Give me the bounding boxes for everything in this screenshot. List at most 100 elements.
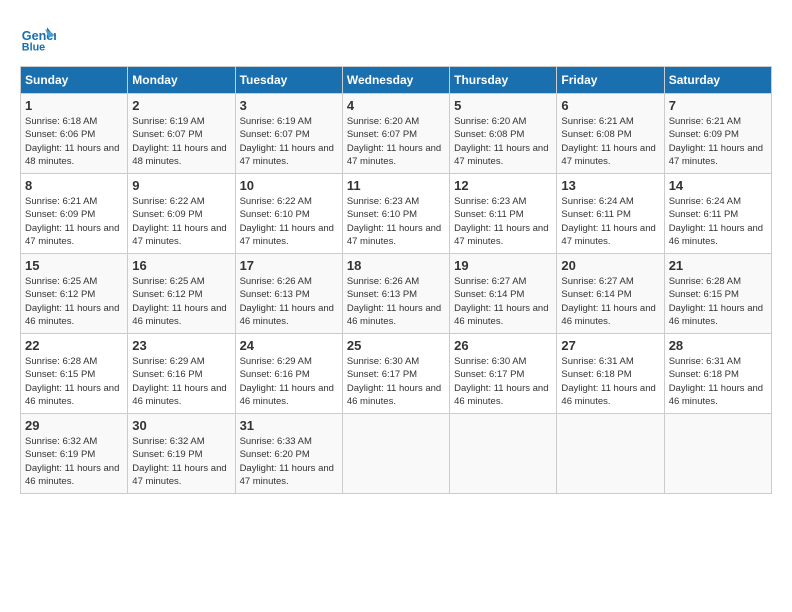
day-info: Sunrise: 6:30 AMSunset: 6:17 PMDaylight:… <box>347 355 445 408</box>
day-number: 20 <box>561 258 659 273</box>
calendar-cell: 9 Sunrise: 6:22 AMSunset: 6:09 PMDayligh… <box>128 174 235 254</box>
calendar-cell: 29 Sunrise: 6:32 AMSunset: 6:19 PMDaylig… <box>21 414 128 494</box>
day-info: Sunrise: 6:32 AMSunset: 6:19 PMDaylight:… <box>132 435 230 488</box>
day-info: Sunrise: 6:31 AMSunset: 6:18 PMDaylight:… <box>669 355 767 408</box>
day-number: 17 <box>240 258 338 273</box>
calendar-cell: 11 Sunrise: 6:23 AMSunset: 6:10 PMDaylig… <box>342 174 449 254</box>
calendar-cell: 14 Sunrise: 6:24 AMSunset: 6:11 PMDaylig… <box>664 174 771 254</box>
calendar-cell <box>450 414 557 494</box>
calendar-cell: 15 Sunrise: 6:25 AMSunset: 6:12 PMDaylig… <box>21 254 128 334</box>
day-number: 25 <box>347 338 445 353</box>
day-number: 8 <box>25 178 123 193</box>
day-number: 7 <box>669 98 767 113</box>
calendar-cell: 2 Sunrise: 6:19 AMSunset: 6:07 PMDayligh… <box>128 94 235 174</box>
day-info: Sunrise: 6:27 AMSunset: 6:14 PMDaylight:… <box>454 275 552 328</box>
day-number: 11 <box>347 178 445 193</box>
calendar-cell: 17 Sunrise: 6:26 AMSunset: 6:13 PMDaylig… <box>235 254 342 334</box>
day-number: 2 <box>132 98 230 113</box>
day-number: 1 <box>25 98 123 113</box>
calendar-cell: 6 Sunrise: 6:21 AMSunset: 6:08 PMDayligh… <box>557 94 664 174</box>
day-number: 13 <box>561 178 659 193</box>
calendar-header-row: SundayMondayTuesdayWednesdayThursdayFrid… <box>21 67 772 94</box>
day-number: 6 <box>561 98 659 113</box>
day-number: 22 <box>25 338 123 353</box>
day-number: 14 <box>669 178 767 193</box>
day-number: 18 <box>347 258 445 273</box>
calendar-cell: 19 Sunrise: 6:27 AMSunset: 6:14 PMDaylig… <box>450 254 557 334</box>
day-number: 31 <box>240 418 338 433</box>
day-info: Sunrise: 6:29 AMSunset: 6:16 PMDaylight:… <box>132 355 230 408</box>
day-info: Sunrise: 6:23 AMSunset: 6:10 PMDaylight:… <box>347 195 445 248</box>
day-info: Sunrise: 6:26 AMSunset: 6:13 PMDaylight:… <box>240 275 338 328</box>
day-info: Sunrise: 6:25 AMSunset: 6:12 PMDaylight:… <box>25 275 123 328</box>
day-number: 21 <box>669 258 767 273</box>
logo-icon: General Blue <box>20 20 56 56</box>
col-header-monday: Monday <box>128 67 235 94</box>
calendar-body: 1 Sunrise: 6:18 AMSunset: 6:06 PMDayligh… <box>21 94 772 494</box>
day-number: 30 <box>132 418 230 433</box>
calendar-cell: 25 Sunrise: 6:30 AMSunset: 6:17 PMDaylig… <box>342 334 449 414</box>
calendar-cell: 7 Sunrise: 6:21 AMSunset: 6:09 PMDayligh… <box>664 94 771 174</box>
day-info: Sunrise: 6:19 AMSunset: 6:07 PMDaylight:… <box>132 115 230 168</box>
day-number: 5 <box>454 98 552 113</box>
day-info: Sunrise: 6:32 AMSunset: 6:19 PMDaylight:… <box>25 435 123 488</box>
calendar-cell: 31 Sunrise: 6:33 AMSunset: 6:20 PMDaylig… <box>235 414 342 494</box>
day-info: Sunrise: 6:24 AMSunset: 6:11 PMDaylight:… <box>669 195 767 248</box>
calendar-cell: 23 Sunrise: 6:29 AMSunset: 6:16 PMDaylig… <box>128 334 235 414</box>
logo: General Blue <box>20 20 60 56</box>
header: General Blue <box>20 20 772 56</box>
day-number: 23 <box>132 338 230 353</box>
calendar-week-row: 29 Sunrise: 6:32 AMSunset: 6:19 PMDaylig… <box>21 414 772 494</box>
calendar-cell: 10 Sunrise: 6:22 AMSunset: 6:10 PMDaylig… <box>235 174 342 254</box>
day-info: Sunrise: 6:22 AMSunset: 6:10 PMDaylight:… <box>240 195 338 248</box>
calendar-cell: 1 Sunrise: 6:18 AMSunset: 6:06 PMDayligh… <box>21 94 128 174</box>
day-info: Sunrise: 6:28 AMSunset: 6:15 PMDaylight:… <box>669 275 767 328</box>
calendar-cell: 21 Sunrise: 6:28 AMSunset: 6:15 PMDaylig… <box>664 254 771 334</box>
calendar-week-row: 22 Sunrise: 6:28 AMSunset: 6:15 PMDaylig… <box>21 334 772 414</box>
col-header-thursday: Thursday <box>450 67 557 94</box>
calendar-cell: 8 Sunrise: 6:21 AMSunset: 6:09 PMDayligh… <box>21 174 128 254</box>
day-info: Sunrise: 6:22 AMSunset: 6:09 PMDaylight:… <box>132 195 230 248</box>
day-info: Sunrise: 6:18 AMSunset: 6:06 PMDaylight:… <box>25 115 123 168</box>
day-info: Sunrise: 6:30 AMSunset: 6:17 PMDaylight:… <box>454 355 552 408</box>
calendar-cell: 5 Sunrise: 6:20 AMSunset: 6:08 PMDayligh… <box>450 94 557 174</box>
day-number: 29 <box>25 418 123 433</box>
calendar-cell: 28 Sunrise: 6:31 AMSunset: 6:18 PMDaylig… <box>664 334 771 414</box>
day-info: Sunrise: 6:27 AMSunset: 6:14 PMDaylight:… <box>561 275 659 328</box>
day-number: 27 <box>561 338 659 353</box>
calendar-cell <box>557 414 664 494</box>
calendar-cell: 13 Sunrise: 6:24 AMSunset: 6:11 PMDaylig… <box>557 174 664 254</box>
col-header-saturday: Saturday <box>664 67 771 94</box>
day-info: Sunrise: 6:29 AMSunset: 6:16 PMDaylight:… <box>240 355 338 408</box>
day-number: 26 <box>454 338 552 353</box>
day-info: Sunrise: 6:31 AMSunset: 6:18 PMDaylight:… <box>561 355 659 408</box>
day-number: 10 <box>240 178 338 193</box>
day-info: Sunrise: 6:20 AMSunset: 6:08 PMDaylight:… <box>454 115 552 168</box>
calendar-table: SundayMondayTuesdayWednesdayThursdayFrid… <box>20 66 772 494</box>
day-info: Sunrise: 6:28 AMSunset: 6:15 PMDaylight:… <box>25 355 123 408</box>
day-info: Sunrise: 6:26 AMSunset: 6:13 PMDaylight:… <box>347 275 445 328</box>
calendar-cell: 30 Sunrise: 6:32 AMSunset: 6:19 PMDaylig… <box>128 414 235 494</box>
calendar-cell: 27 Sunrise: 6:31 AMSunset: 6:18 PMDaylig… <box>557 334 664 414</box>
calendar-week-row: 15 Sunrise: 6:25 AMSunset: 6:12 PMDaylig… <box>21 254 772 334</box>
day-info: Sunrise: 6:21 AMSunset: 6:09 PMDaylight:… <box>25 195 123 248</box>
day-info: Sunrise: 6:19 AMSunset: 6:07 PMDaylight:… <box>240 115 338 168</box>
day-number: 12 <box>454 178 552 193</box>
day-number: 19 <box>454 258 552 273</box>
calendar-cell: 20 Sunrise: 6:27 AMSunset: 6:14 PMDaylig… <box>557 254 664 334</box>
calendar-cell: 12 Sunrise: 6:23 AMSunset: 6:11 PMDaylig… <box>450 174 557 254</box>
calendar-cell <box>342 414 449 494</box>
day-number: 4 <box>347 98 445 113</box>
day-info: Sunrise: 6:33 AMSunset: 6:20 PMDaylight:… <box>240 435 338 488</box>
col-header-sunday: Sunday <box>21 67 128 94</box>
day-info: Sunrise: 6:21 AMSunset: 6:08 PMDaylight:… <box>561 115 659 168</box>
svg-text:Blue: Blue <box>22 42 45 54</box>
calendar-cell: 18 Sunrise: 6:26 AMSunset: 6:13 PMDaylig… <box>342 254 449 334</box>
day-number: 16 <box>132 258 230 273</box>
calendar-week-row: 1 Sunrise: 6:18 AMSunset: 6:06 PMDayligh… <box>21 94 772 174</box>
day-info: Sunrise: 6:23 AMSunset: 6:11 PMDaylight:… <box>454 195 552 248</box>
day-number: 24 <box>240 338 338 353</box>
day-info: Sunrise: 6:21 AMSunset: 6:09 PMDaylight:… <box>669 115 767 168</box>
day-number: 3 <box>240 98 338 113</box>
col-header-wednesday: Wednesday <box>342 67 449 94</box>
